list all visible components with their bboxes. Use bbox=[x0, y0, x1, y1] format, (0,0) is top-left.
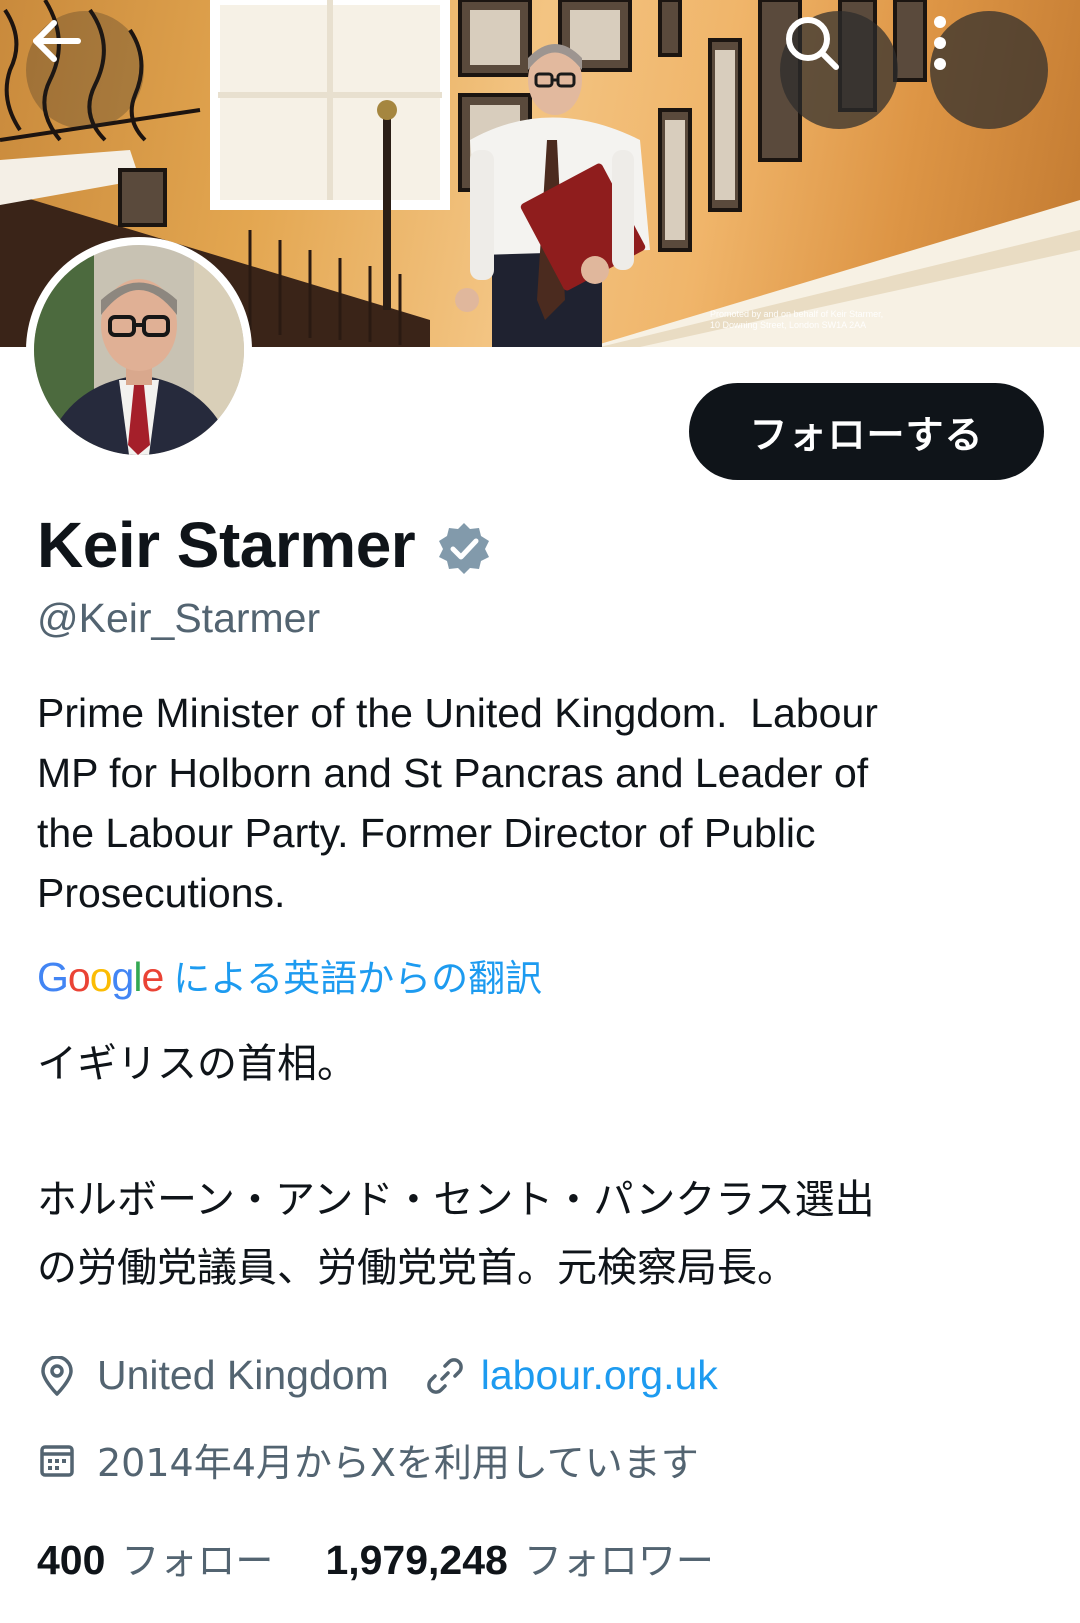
arrow-left-icon bbox=[33, 20, 81, 62]
website-link[interactable]: labour.org.uk bbox=[481, 1352, 718, 1399]
following-link[interactable]: 400 フォロー bbox=[37, 1530, 273, 1585]
followers-count: 1,979,248 bbox=[325, 1537, 508, 1583]
translated-bio: イギリスの首相。 ホルボーン・アンド・セント・パンクラス選出 の労働党議員、労働… bbox=[37, 1041, 875, 1291]
avatar-image bbox=[34, 245, 244, 455]
profile-joined-row: 2014年4月からXを利用しています bbox=[37, 1432, 699, 1487]
more-vertical-icon bbox=[934, 16, 946, 70]
joined-date: 2014年4月からXを利用しています bbox=[97, 1441, 699, 1485]
following-label: フォロー bbox=[121, 1539, 274, 1583]
promo-line-2: 10 Downing Street, London SW1A 2AA bbox=[710, 320, 867, 330]
search-icon bbox=[786, 17, 839, 70]
link-icon bbox=[425, 1356, 465, 1396]
google-logo: Google bbox=[37, 954, 164, 1000]
calendar-icon bbox=[37, 1442, 77, 1478]
location-text: United Kingdom bbox=[97, 1352, 389, 1398]
follow-button[interactable]: フォローする bbox=[689, 383, 1044, 480]
translate-label[interactable]: による英語からの翻訳 bbox=[173, 948, 542, 1002]
display-name: Keir Starmer bbox=[37, 509, 416, 581]
location-pin-icon bbox=[37, 1355, 77, 1396]
promo-line-1: Promoted by and on behalf of Keir Starme… bbox=[710, 309, 884, 319]
follow-counts: 400 フォロー 1,979,248 フォロワー bbox=[37, 1530, 714, 1585]
name-row: Keir Starmer bbox=[37, 505, 491, 585]
followers-link[interactable]: 1,979,248 フォロワー bbox=[325, 1530, 713, 1585]
verified-badge-icon[interactable] bbox=[437, 521, 491, 575]
more-options-button[interactable] bbox=[930, 11, 1048, 129]
banner-person bbox=[455, 44, 650, 347]
banner-promo-text: Promoted by and on behalf of Keir Starme… bbox=[710, 309, 970, 331]
followers-label: フォロワー bbox=[523, 1539, 714, 1583]
profile-bio: Prime Minister of the United Kingdom. La… bbox=[37, 690, 878, 916]
following-count: 400 bbox=[37, 1537, 106, 1583]
translation-attribution[interactable]: Google による英語からの翻訳 bbox=[37, 948, 542, 1002]
profile-avatar[interactable] bbox=[26, 237, 252, 463]
back-button[interactable] bbox=[26, 11, 144, 129]
search-button[interactable] bbox=[780, 11, 898, 129]
profile-handle: @Keir_Starmer bbox=[37, 595, 321, 641]
profile-meta-row: United Kingdom labour.org.uk bbox=[37, 1352, 718, 1399]
